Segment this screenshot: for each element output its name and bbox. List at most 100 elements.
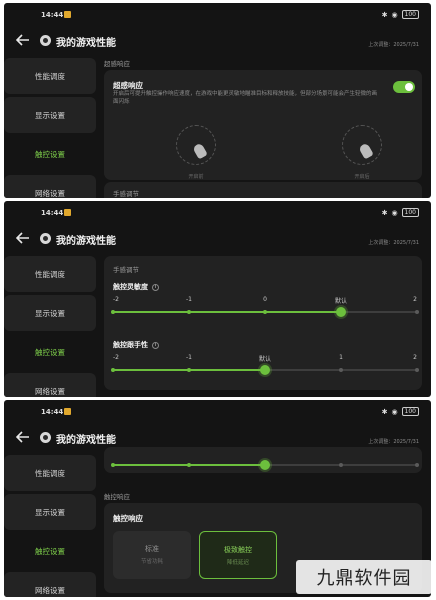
- option-label: 标准: [145, 545, 159, 553]
- sidebar-item-performance[interactable]: 性能调度: [4, 256, 96, 292]
- sidebar-item-performance[interactable]: 性能调度: [4, 58, 96, 94]
- info-icon[interactable]: i: [152, 341, 159, 349]
- section-label: 超感响应: [104, 60, 130, 68]
- section-label: 手感调节: [113, 266, 139, 274]
- tick-label: -1: [186, 354, 192, 361]
- slider-step-dot[interactable]: [415, 368, 419, 372]
- follow-slider[interactable]: [111, 365, 419, 375]
- section-label: 触控响应: [104, 493, 130, 501]
- slider-thumb[interactable]: [260, 365, 270, 375]
- illustration-caption-after: 开启后: [354, 174, 370, 180]
- touch-illustration-before-icon: [176, 125, 216, 165]
- main-content: 超感响应 超感响应 开启后可提升触控操作响应速度，在游戏中能更灵敏地瞄准目标和释…: [104, 58, 422, 198]
- feel-adjust-card: 手感调节: [104, 182, 422, 198]
- response-option-ultimate[interactable]: 极致触控 降低延迟: [199, 531, 277, 579]
- sidebar-item-network[interactable]: 网络设置: [4, 572, 96, 597]
- slider-step-dot[interactable]: [111, 368, 115, 372]
- status-icons: ✱ ◉ 100: [382, 10, 419, 19]
- sensitivity-slider[interactable]: [111, 307, 419, 317]
- slider-step-dot[interactable]: [339, 368, 343, 372]
- back-arrow-icon[interactable]: [16, 34, 30, 46]
- page-title: 我的游戏性能: [56, 236, 116, 247]
- status-bar: 14:44 ✱ ◉ 100: [4, 201, 431, 221]
- notification-badge-icon: [64, 209, 71, 216]
- sensitivity-title: 触控灵敏度: [113, 283, 148, 291]
- status-icons: ✱ ◉ 100: [382, 208, 419, 217]
- back-arrow-icon[interactable]: [16, 431, 30, 443]
- tick-label: 2: [413, 296, 417, 303]
- touch-illustration-after-icon: [342, 125, 382, 165]
- status-icons: ✱ ◉ 100: [382, 407, 419, 416]
- last-updated-text: 上次调整：2025/7/31: [368, 42, 419, 48]
- sensitivity-slider-block: 触控灵敏度 i -2 -1 0 默认 2: [111, 282, 419, 317]
- response-option-standard[interactable]: 标准 节省功耗: [113, 531, 191, 579]
- page-title: 我的游戏性能: [56, 435, 116, 446]
- notification-badge-icon: [64, 408, 71, 415]
- sidebar: 性能调度 显示设置 触控设置 网络设置: [4, 58, 96, 198]
- status-time: 14:44: [41, 209, 64, 217]
- watermark-logo: 九鼎软件园: [296, 560, 432, 594]
- tick-label: -2: [113, 354, 119, 361]
- super-response-toggle[interactable]: [393, 81, 415, 93]
- slider-step-dot[interactable]: [111, 310, 115, 314]
- screen-frame-2: 14:44 ✱ ◉ 100 我的游戏性能 上次调整：2025/7/31 性能调度…: [4, 201, 431, 397]
- sidebar: 性能调度 显示设置 触控设置 网络设置: [4, 256, 96, 397]
- slider-step-dot[interactable]: [187, 463, 191, 467]
- tick-label: 默认: [334, 298, 348, 305]
- bluetooth-icon: ✱: [381, 10, 388, 19]
- status-time: 14:44: [41, 408, 64, 416]
- sidebar: 性能调度 显示设置 触控设置 网络设置: [4, 455, 96, 597]
- follow-title: 触控跟手性: [113, 341, 148, 349]
- game-avatar-icon: [40, 233, 51, 244]
- sidebar-item-touch[interactable]: 触控设置: [4, 533, 96, 569]
- sidebar-item-performance[interactable]: 性能调度: [4, 455, 96, 491]
- back-arrow-icon[interactable]: [16, 232, 30, 244]
- section-label: 手感调节: [113, 190, 139, 198]
- status-bar: 14:44 ✱ ◉ 100: [4, 3, 431, 23]
- slider-thumb[interactable]: [336, 307, 346, 317]
- sidebar-item-display[interactable]: 显示设置: [4, 494, 96, 530]
- option-label: 极致触控: [224, 546, 252, 554]
- slider-thumb[interactable]: [260, 460, 270, 470]
- slider-step-dot[interactable]: [415, 310, 419, 314]
- follow-slider[interactable]: [111, 460, 419, 470]
- slider-step-dot[interactable]: [187, 368, 191, 372]
- sidebar-item-network[interactable]: 网络设置: [4, 175, 96, 198]
- option-sublabel: 节省功耗: [140, 559, 163, 565]
- tick-label: 0: [263, 296, 267, 303]
- last-updated-text: 上次调整：2025/7/31: [368, 439, 419, 445]
- sidebar-item-display[interactable]: 显示设置: [4, 97, 96, 133]
- slider-step-dot[interactable]: [111, 463, 115, 467]
- battery-icon: 100: [401, 407, 419, 416]
- last-updated-text: 上次调整：2025/7/31: [368, 240, 419, 246]
- wifi-icon: ◉: [391, 208, 398, 217]
- tick-label: 默认: [258, 356, 272, 363]
- super-response-card: 超感响应 开启后可提升触控操作响应速度，在游戏中能更灵敏地瞄准目标和释放技能，但…: [104, 70, 422, 180]
- sensitivity-tick-labels: -2 -1 0 默认 2: [113, 296, 417, 306]
- slider-step-dot[interactable]: [263, 310, 267, 314]
- bluetooth-icon: ✱: [381, 208, 388, 217]
- tick-label: -2: [113, 296, 119, 303]
- screen-frame-1: 14:44 ✱ ◉ 100 我的游戏性能 上次调整：2025/7/31 性能调度…: [4, 3, 431, 198]
- status-time: 14:44: [41, 11, 64, 19]
- follow-tick-labels: -2 -1 默认 1 2: [113, 354, 417, 364]
- wifi-icon: ◉: [391, 10, 398, 19]
- follow-slider-card-partial: [104, 447, 422, 473]
- info-icon[interactable]: i: [152, 283, 159, 291]
- status-bar: 14:44 ✱ ◉ 100: [4, 400, 431, 420]
- slider-step-dot[interactable]: [187, 310, 191, 314]
- sidebar-item-touch[interactable]: 触控设置: [4, 136, 96, 172]
- sidebar-item-network[interactable]: 网络设置: [4, 373, 96, 397]
- wifi-icon: ◉: [391, 407, 398, 416]
- tick-label: 2: [413, 354, 417, 361]
- card-description: 开启后可提升触控操作响应速度，在游戏中能更灵敏地瞄准目标和释放技能，但部分场景可…: [113, 91, 378, 105]
- sidebar-item-display[interactable]: 显示设置: [4, 295, 96, 331]
- main-content: 手感调节 触控灵敏度 i -2 -1 0 默认 2 触控跟手性 i -2 -1 默认 1 2: [104, 256, 422, 397]
- battery-icon: 100: [401, 208, 419, 217]
- sidebar-item-touch[interactable]: 触控设置: [4, 334, 96, 370]
- slider-step-dot[interactable]: [415, 463, 419, 467]
- notification-badge-icon: [64, 11, 71, 18]
- slider-step-dot[interactable]: [339, 463, 343, 467]
- page-header: 我的游戏性能 上次调整：2025/7/31: [4, 25, 431, 55]
- page-title: 我的游戏性能: [56, 38, 116, 49]
